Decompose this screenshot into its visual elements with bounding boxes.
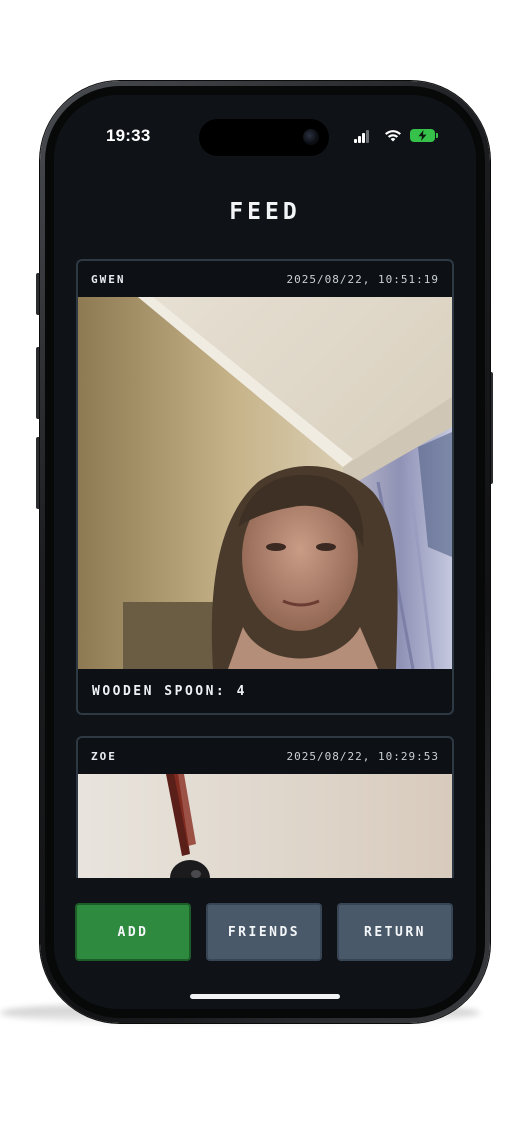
selfie-photo <box>78 297 452 669</box>
phone-frame: 19:33 FEED GWEN 2025/08/22, 10:51:19 WOO… <box>40 81 490 1023</box>
dynamic-island <box>199 119 329 156</box>
friends-button[interactable]: FRIENDS <box>206 903 322 961</box>
post-header: GWEN 2025/08/22, 10:51:19 <box>78 261 452 297</box>
post-caption: WOODEN SPOON: 4 <box>92 683 247 699</box>
post-header: ZOE 2025/08/22, 10:29:53 <box>78 738 452 774</box>
battery-charging-icon <box>410 129 438 142</box>
feed-post[interactable]: ZOE 2025/08/22, 10:29:53 <box>76 736 454 878</box>
post-photo[interactable] <box>78 774 452 878</box>
home-indicator[interactable] <box>190 994 340 999</box>
return-button[interactable]: RETURN <box>337 903 453 961</box>
post-photo[interactable] <box>78 297 452 669</box>
post-timestamp: 2025/08/22, 10:51:19 <box>286 272 439 286</box>
photo-preview <box>78 774 452 878</box>
feed-list[interactable]: GWEN 2025/08/22, 10:51:19 WOODEN SPOON: … <box>76 255 454 878</box>
wifi-icon <box>385 130 401 142</box>
page-title: FEED <box>229 199 301 225</box>
front-camera <box>303 129 319 145</box>
add-button[interactable]: ADD <box>75 903 191 961</box>
cellular-signal-icon <box>354 129 370 143</box>
feed-post[interactable]: GWEN 2025/08/22, 10:51:19 WOODEN SPOON: … <box>76 259 454 715</box>
post-username: GWEN <box>91 272 126 286</box>
status-time: 19:33 <box>106 126 151 145</box>
app-screen: 19:33 FEED GWEN 2025/08/22, 10:51:19 WOO… <box>54 95 476 1009</box>
post-username: ZOE <box>91 749 117 763</box>
device-mockup: 19:33 FEED GWEN 2025/08/22, 10:51:19 WOO… <box>0 0 529 1125</box>
post-timestamp: 2025/08/22, 10:29:53 <box>286 749 439 763</box>
